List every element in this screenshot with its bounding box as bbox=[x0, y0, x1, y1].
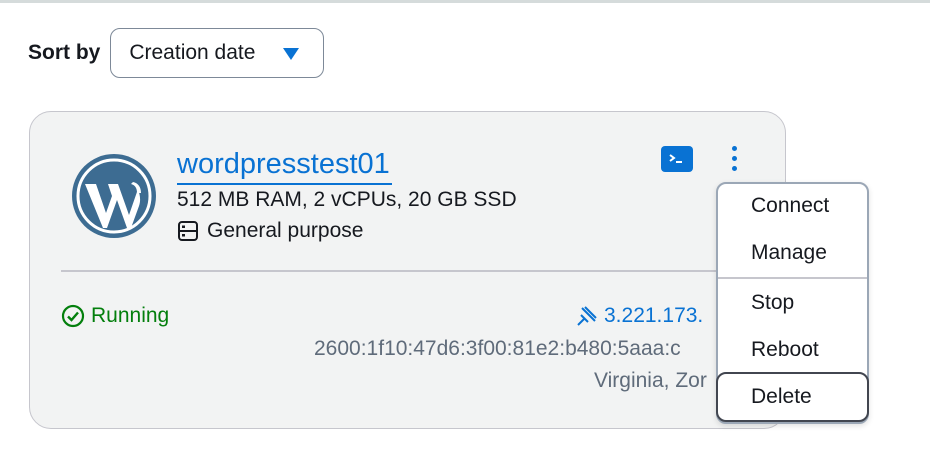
status-label: Running bbox=[91, 304, 170, 327]
ipv6-address: 2600:1f10:47d6:3f00:81e2:b480:5aaa:c bbox=[314, 337, 681, 360]
sort-selected-value: Creation date bbox=[129, 41, 256, 64]
check-circle-icon bbox=[61, 304, 85, 328]
menu-item-reboot[interactable]: Reboot bbox=[718, 328, 867, 372]
wordpress-logo-icon bbox=[72, 154, 156, 238]
kebab-dot-icon bbox=[731, 156, 737, 161]
menu-item-connect[interactable]: Connect bbox=[718, 184, 867, 228]
menu-item-delete[interactable]: Delete bbox=[716, 372, 869, 422]
status-indicator: Running bbox=[61, 304, 169, 328]
public-ip: 3.221.173. bbox=[604, 304, 704, 327]
card-divider bbox=[61, 270, 785, 272]
instance-type: General purpose bbox=[177, 219, 363, 243]
terminal-icon bbox=[669, 154, 682, 163]
server-icon bbox=[178, 221, 198, 241]
connect-terminal-button[interactable] bbox=[661, 146, 693, 172]
actions-menu-button[interactable] bbox=[727, 146, 741, 176]
menu-item-stop[interactable]: Stop bbox=[718, 281, 867, 325]
menu-item-manage[interactable]: Manage bbox=[718, 231, 867, 275]
sort-label: Sort by bbox=[28, 41, 101, 64]
actions-dropdown-menu: Connect Manage Stop Reboot Delete bbox=[716, 182, 869, 424]
top-divider bbox=[0, 0, 930, 3]
instance-name-link[interactable]: wordpresstest01 bbox=[177, 145, 392, 185]
public-ip-link[interactable]: 3.221.173. bbox=[576, 304, 703, 328]
kebab-dot-icon bbox=[731, 166, 737, 171]
caret-down-icon bbox=[283, 48, 300, 60]
sort-select[interactable]: Creation date bbox=[110, 28, 325, 78]
instance-type-label: General purpose bbox=[207, 219, 364, 242]
pin-icon bbox=[577, 306, 597, 326]
kebab-dot-icon bbox=[731, 146, 737, 151]
instance-specs: 512 MB RAM, 2 vCPUs, 20 GB SSD bbox=[177, 188, 517, 211]
sort-control: Sort by Creation date bbox=[28, 28, 325, 78]
instance-card: wordpresstest01 512 MB RAM, 2 vCPUs, 20 … bbox=[29, 111, 786, 429]
menu-separator bbox=[718, 277, 867, 279]
region-label: Virginia, Zor bbox=[594, 369, 707, 392]
